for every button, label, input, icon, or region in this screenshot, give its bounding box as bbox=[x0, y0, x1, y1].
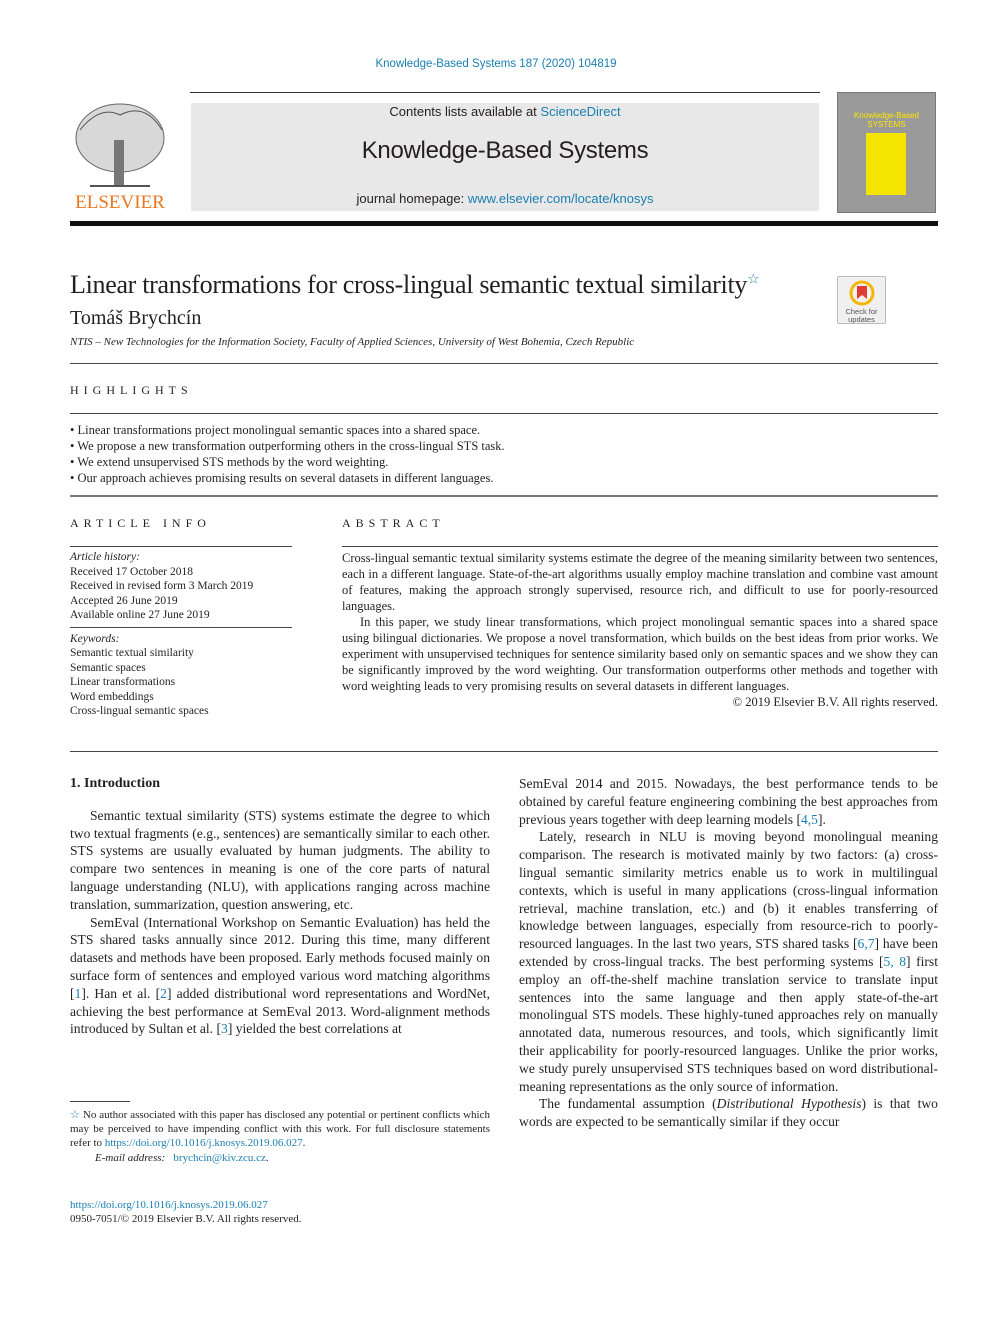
svg-text:ELSEVIER: ELSEVIER bbox=[75, 192, 165, 212]
highlight-item: Linear transformations project monolingu… bbox=[70, 422, 505, 438]
cover-image bbox=[866, 133, 906, 195]
history-item: Received 17 October 2018 bbox=[70, 565, 193, 578]
citation-link[interactable]: 6,7 bbox=[858, 936, 875, 951]
citation-link[interactable]: 4,5 bbox=[801, 812, 818, 827]
cover-title: Knowledge-Based bbox=[854, 111, 919, 120]
bookmark-icon bbox=[849, 280, 874, 306]
journal-banner: Contents lists available at ScienceDirec… bbox=[191, 103, 819, 211]
tree-icon: ELSEVIER bbox=[75, 103, 165, 213]
doi-link[interactable]: https://doi.org/10.1016/j.knosys.2019.06… bbox=[70, 1199, 268, 1211]
footnote-rule bbox=[70, 1101, 130, 1102]
abstract-paragraph: In this paper, we study linear transform… bbox=[342, 615, 938, 693]
email-label: E-mail address: bbox=[95, 1152, 166, 1164]
body-paragraph: SemEval (International Workshop on Seman… bbox=[70, 914, 490, 1039]
text: ]. bbox=[817, 811, 826, 827]
abstract-copyright: © 2019 Elsevier B.V. All rights reserved… bbox=[732, 695, 938, 709]
header-rule bbox=[190, 92, 820, 93]
text: SemEval 2014 and 2015. Nowadays, the bes… bbox=[519, 776, 938, 827]
keyword: Word embeddings bbox=[70, 690, 154, 703]
homepage-link[interactable]: www.elsevier.com/locate/knosys bbox=[468, 191, 654, 206]
text: ] first employ an off-the-shelf machine … bbox=[519, 953, 939, 1094]
history-label: Article history: bbox=[70, 551, 140, 563]
citation-link[interactable]: 3 bbox=[221, 1021, 228, 1036]
abstract-heading: ABSTRACT bbox=[342, 516, 445, 530]
footnote: ☆ No author associated with this paper h… bbox=[70, 1109, 490, 1164]
highlight-item: We extend unsupervised STS methods by th… bbox=[70, 454, 505, 470]
divider bbox=[70, 363, 938, 364]
divider bbox=[70, 546, 292, 547]
journal-title: Knowledge-Based Systems bbox=[361, 137, 649, 164]
journal-cover[interactable]: Knowledge-Based SYSTEMS bbox=[837, 92, 936, 213]
sciencedirect-link[interactable]: ScienceDirect bbox=[540, 104, 620, 119]
text: ] yielded the best correlations at bbox=[227, 1021, 402, 1037]
keyword: Cross-lingual semantic spaces bbox=[70, 705, 209, 717]
abstract-body: Cross-lingual semantic textual similarit… bbox=[342, 550, 938, 710]
running-head[interactable]: Knowledge-Based Systems 187 (2020) 10481… bbox=[0, 58, 992, 70]
body-paragraph: SemEval 2014 and 2015. Nowadays, the bes… bbox=[519, 775, 938, 828]
highlight-item: We propose a new transformation outperfo… bbox=[70, 438, 504, 454]
history-item: Received in revised form 3 March 2019 bbox=[70, 580, 254, 592]
section-heading: 1. Introduction bbox=[70, 776, 160, 791]
divider bbox=[70, 413, 938, 414]
check-updates-label: Check for updates bbox=[845, 307, 878, 324]
title-footnote-mark[interactable]: ☆ bbox=[747, 272, 760, 287]
footnote-mark: ☆ bbox=[70, 1109, 80, 1121]
abstract-paragraph: Cross-lingual semantic textual similarit… bbox=[342, 551, 938, 613]
left-column: 1. Introduction Semantic textual similar… bbox=[70, 775, 490, 1038]
right-column: SemEval 2014 and 2015. Nowadays, the bes… bbox=[519, 775, 938, 1131]
text: ]. Han et al. [ bbox=[81, 985, 161, 1001]
article-info: Article history: Received 17 October 201… bbox=[70, 550, 292, 719]
homepage-line: journal homepage: www.elsevier.com/locat… bbox=[191, 191, 819, 206]
issn-copyright: 0950-7051/© 2019 Elsevier B.V. All right… bbox=[70, 1213, 302, 1225]
divider bbox=[70, 751, 938, 752]
keywords-label: Keywords: bbox=[70, 632, 120, 645]
article-title: Linear transformations for cross-lingual… bbox=[70, 270, 760, 300]
divider bbox=[70, 626, 292, 628]
elsevier-logo: ELSEVIER bbox=[70, 100, 170, 213]
divider bbox=[70, 495, 938, 497]
body-paragraph: Lately, research in NLU is moving beyond… bbox=[519, 828, 938, 1095]
author-name: Tomáš Brychcín bbox=[70, 307, 202, 329]
article-info-heading: ARTICLE INFO bbox=[70, 516, 211, 530]
history-item: Accepted 26 June 2019 bbox=[70, 594, 178, 607]
body-paragraph: Semantic textual similarity (STS) system… bbox=[70, 807, 490, 912]
highlight-item: Our approach achieves promising results … bbox=[70, 470, 505, 486]
highlights-heading: HIGHLIGHTS bbox=[70, 383, 193, 397]
title-text: Linear transformations for cross-lingual… bbox=[70, 270, 748, 299]
text: Lately, research in NLU is moving beyond… bbox=[519, 829, 938, 952]
check-for-updates-button[interactable]: Check for updates bbox=[837, 276, 886, 324]
affiliation: NTIS – New Technologies for the Informat… bbox=[70, 336, 635, 348]
keyword: Semantic textual similarity bbox=[70, 647, 194, 659]
citation-link[interactable]: 2 bbox=[160, 986, 167, 1001]
homepage-prefix: journal homepage: bbox=[356, 191, 468, 206]
cover-subtitle: SYSTEMS bbox=[867, 120, 906, 129]
keyword: Linear transformations bbox=[70, 676, 176, 688]
contents-line: Contents lists available at ScienceDirec… bbox=[191, 104, 819, 119]
divider bbox=[342, 546, 938, 547]
citation-link[interactable]: 5, 8 bbox=[884, 954, 907, 969]
highlights-list: Linear transformations project monolingu… bbox=[70, 422, 505, 486]
emphasis: Distributional Hypothesis bbox=[716, 1096, 862, 1112]
text: The fundamental assumption ( bbox=[539, 1096, 717, 1112]
body-paragraph: The fundamental assumption (Distribution… bbox=[519, 1095, 938, 1131]
header-thick-rule bbox=[70, 221, 938, 226]
email-link[interactable]: brychcin@kiv.zcu.cz bbox=[173, 1152, 266, 1164]
keyword: Semantic spaces bbox=[70, 661, 146, 674]
history-item: Available online 27 June 2019 bbox=[70, 609, 210, 621]
footnote-doi-link[interactable]: https://doi.org/10.1016/j.knosys.2019.06… bbox=[105, 1137, 303, 1149]
contents-prefix: Contents lists available at bbox=[389, 104, 541, 119]
article-footer: https://doi.org/10.1016/j.knosys.2019.06… bbox=[70, 1198, 302, 1226]
